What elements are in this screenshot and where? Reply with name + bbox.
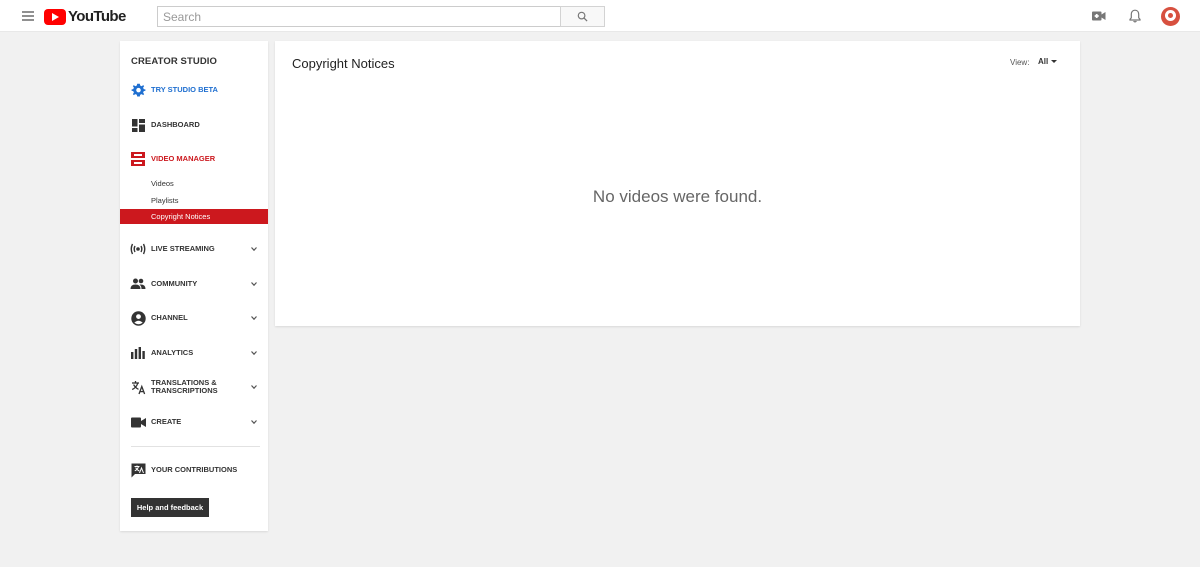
sidebar-item-label: CHANNEL	[151, 313, 188, 322]
sidebar-item-label: DASHBOARD	[151, 120, 200, 129]
sidebar-item-video-manager[interactable]: VIDEO MANAGER	[120, 147, 268, 171]
sidebar-item-your-contributions[interactable]: YOUR CONTRIBUTIONS	[120, 458, 268, 482]
sidebar-item-label: YOUR CONTRIBUTIONS	[151, 465, 238, 474]
gear-icon	[130, 82, 146, 98]
sidebar-divider	[131, 446, 260, 447]
view-filter-dropdown[interactable]: All	[1038, 57, 1058, 66]
chevron-down-icon	[251, 282, 257, 287]
chevron-down-icon	[251, 385, 257, 390]
top-bar: YouTube	[0, 0, 1200, 32]
sidebar-item-label: TRY STUDIO BETA	[151, 85, 218, 94]
sidebar-subitem-copyright-notices[interactable]: Copyright Notices	[120, 209, 268, 224]
video-manager-icon	[130, 151, 146, 167]
community-icon	[130, 276, 146, 292]
upload-button[interactable]	[1089, 6, 1109, 26]
page-title: Copyright Notices	[292, 56, 395, 71]
sidebar-item-community[interactable]: COMMUNITY	[120, 272, 268, 296]
contributions-icon	[130, 462, 146, 478]
sidebar-item-label: VIDEO MANAGER	[151, 154, 216, 163]
sidebar-item-live-streaming[interactable]: LIVE STREAMING	[120, 237, 268, 261]
sidebar-item-translations[interactable]: TRANSLATIONS & TRANSCRIPTIONS	[120, 375, 268, 399]
live-icon	[130, 241, 146, 257]
dashboard-icon	[130, 117, 146, 133]
sidebar-subitem-videos[interactable]: Videos	[120, 176, 268, 191]
empty-state-message: No videos were found.	[592, 187, 763, 206]
sidebar-item-analytics[interactable]: ANALYTICS	[120, 341, 268, 365]
sidebar-item-dashboard[interactable]: DASHBOARD	[120, 113, 268, 137]
sidebar-title: CREATOR STUDIO	[131, 56, 218, 67]
chevron-down-icon	[251, 247, 257, 252]
bell-icon	[1129, 9, 1141, 23]
view-filter-label: View:	[1010, 58, 1030, 67]
menu-icon[interactable]	[22, 11, 34, 21]
creator-studio-sidebar: CREATOR STUDIO TRY STUDIO BETA DASHBOARD	[120, 41, 268, 531]
caret-down-icon	[1051, 60, 1058, 63]
sidebar-subitem-playlists[interactable]: Playlists	[120, 193, 268, 208]
search-icon	[577, 11, 588, 22]
notifications-button[interactable]	[1125, 6, 1145, 26]
search-button[interactable]	[560, 6, 605, 27]
translate-icon	[130, 379, 146, 395]
sidebar-item-try-studio-beta[interactable]: TRY STUDIO BETA	[120, 78, 268, 102]
search-bar	[157, 6, 605, 27]
sidebar-item-label: ANALYTICS	[151, 348, 194, 357]
camera-icon	[130, 414, 146, 430]
help-and-feedback-button[interactable]: Help and feedback	[131, 498, 209, 517]
youtube-logo[interactable]: YouTube	[44, 8, 126, 25]
header-actions	[1089, 6, 1180, 26]
sidebar-item-label: COMMUNITY	[151, 279, 198, 288]
chevron-down-icon	[251, 420, 257, 425]
sidebar-item-label: CREATE	[151, 417, 182, 426]
view-filter-value: All	[1038, 57, 1049, 66]
analytics-icon	[130, 345, 146, 361]
video-camera-icon	[1092, 11, 1106, 21]
chevron-down-icon	[251, 316, 257, 321]
sidebar-item-label: LIVE STREAMING	[151, 244, 215, 253]
channel-icon	[130, 310, 146, 326]
chevron-down-icon	[251, 351, 257, 356]
youtube-play-icon	[44, 8, 66, 25]
search-input[interactable]	[157, 6, 560, 27]
logo-text: YouTube	[68, 8, 126, 25]
sidebar-item-channel[interactable]: CHANNEL	[120, 306, 268, 330]
main-panel: Copyright Notices View: All No videos we…	[275, 41, 1080, 326]
sidebar-item-label: TRANSLATIONS & TRANSCRIPTIONS	[151, 378, 218, 395]
avatar[interactable]	[1161, 6, 1180, 26]
sidebar-item-create[interactable]: CREATE	[120, 410, 268, 434]
